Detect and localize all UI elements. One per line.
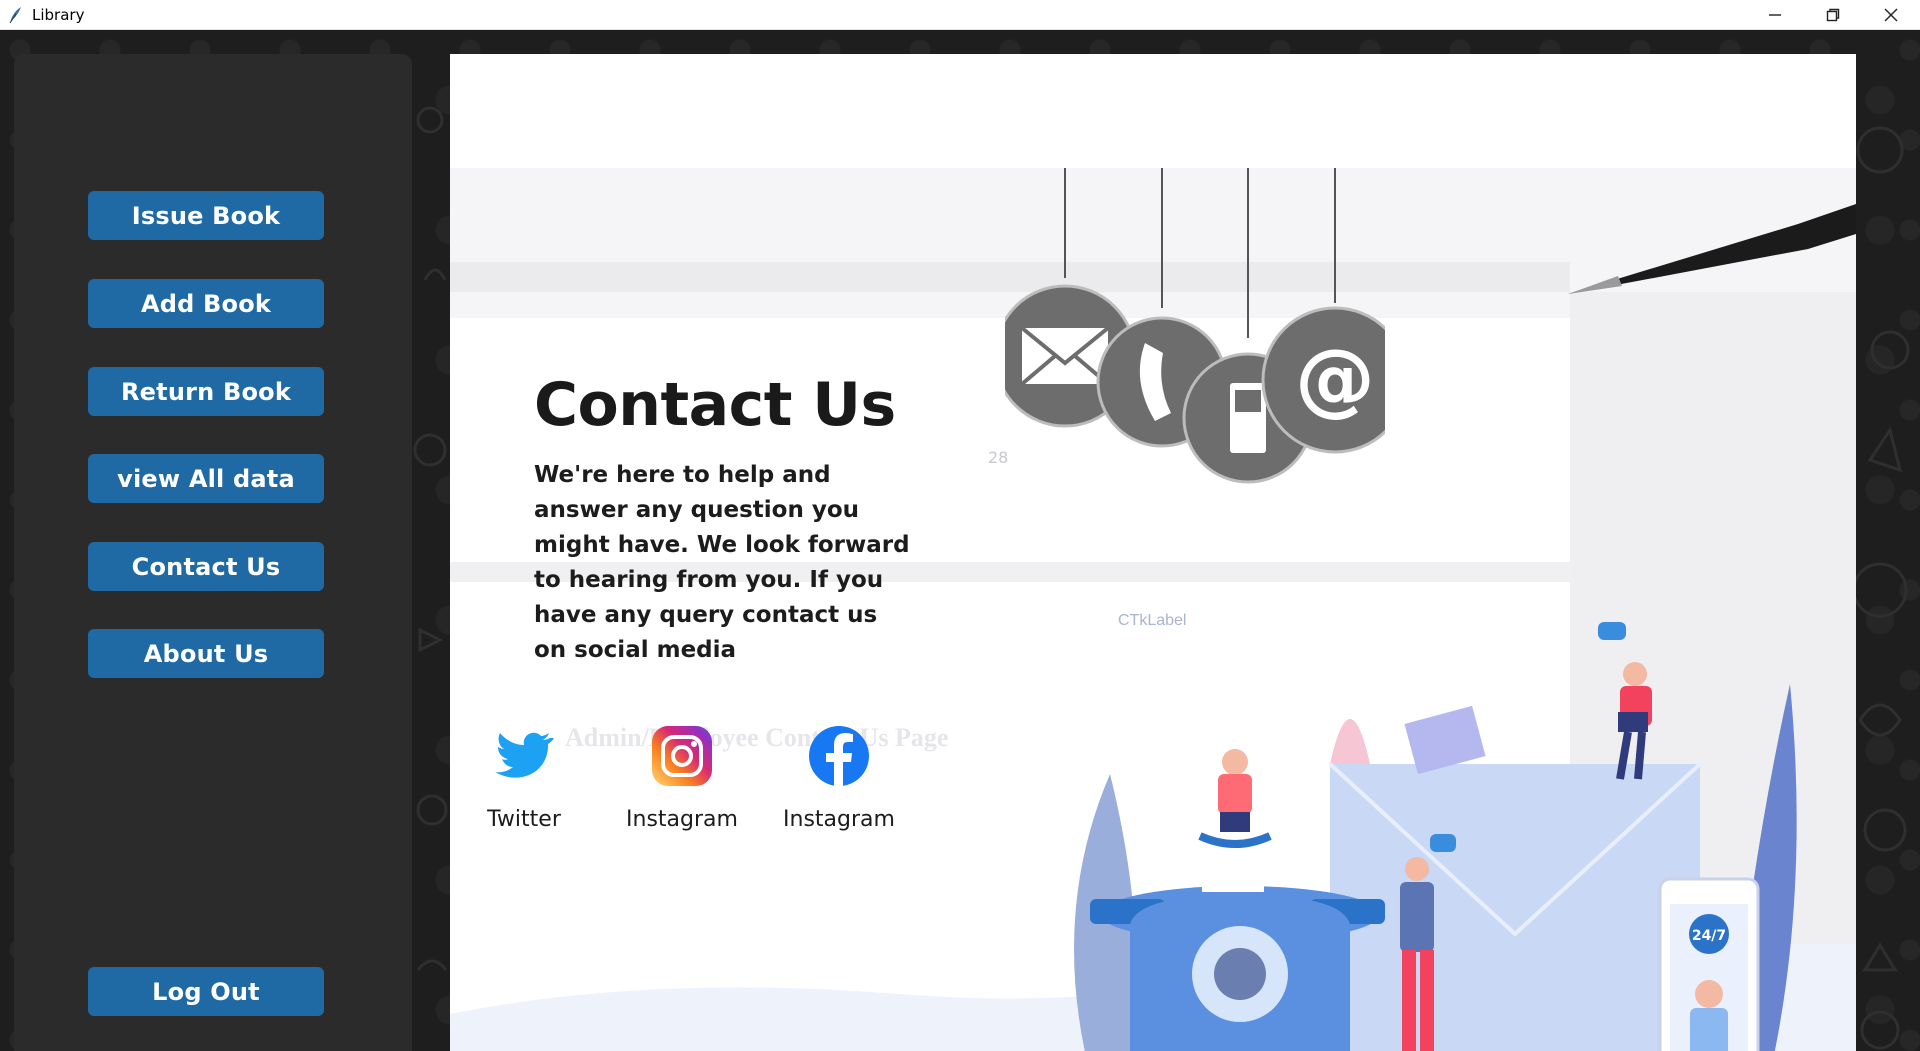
- window-titlebar: Library: [0, 0, 1920, 30]
- close-button[interactable]: [1862, 0, 1920, 29]
- svg-text:@: @: [1295, 332, 1375, 425]
- feather-icon: [9, 6, 21, 23]
- log-out-button[interactable]: Log Out: [88, 967, 324, 1016]
- minimize-button[interactable]: [1746, 0, 1804, 29]
- close-icon: [1884, 8, 1898, 21]
- restore-icon: [1826, 8, 1840, 21]
- window-title: Library: [32, 5, 85, 24]
- customer-support-illustration: 24/7: [450, 622, 1856, 1051]
- view-all-data-button[interactable]: view All data: [88, 454, 324, 503]
- sidebar: Issue Book Add Book Return Book view All…: [14, 54, 412, 1051]
- hanging-contact-icons-graphic: @: [1005, 168, 1385, 484]
- return-book-button[interactable]: Return Book: [88, 367, 324, 416]
- pen-graphic: [1568, 204, 1856, 294]
- add-book-button[interactable]: Add Book: [88, 279, 324, 328]
- contact-us-panel: 28 @ Contact Us We're here to help and a…: [450, 54, 1856, 1051]
- svg-text:24/7: 24/7: [1692, 928, 1726, 944]
- contact-us-button[interactable]: Contact Us: [88, 542, 324, 591]
- issue-book-button[interactable]: Issue Book: [88, 191, 324, 240]
- page-title: Contact Us: [534, 370, 896, 440]
- about-us-button[interactable]: About Us: [88, 629, 324, 678]
- restore-button[interactable]: [1804, 0, 1862, 29]
- minimize-icon: [1769, 13, 1781, 16]
